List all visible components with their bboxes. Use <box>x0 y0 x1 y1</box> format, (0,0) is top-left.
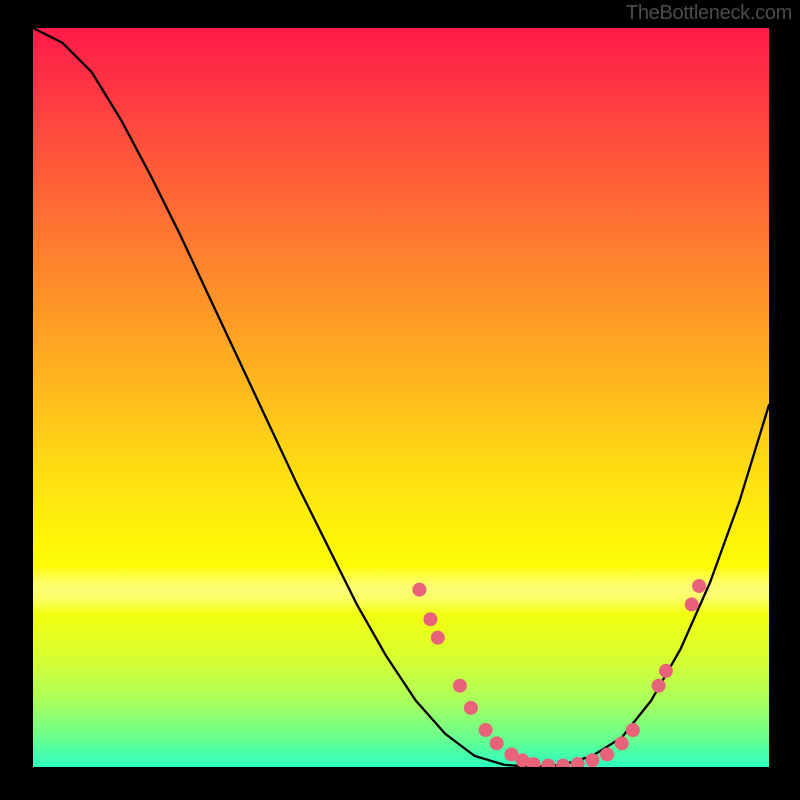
plot-area <box>33 28 769 767</box>
watermark: TheBottleneck.com <box>626 2 792 25</box>
chart-container: TheBottleneck.com <box>0 0 800 800</box>
